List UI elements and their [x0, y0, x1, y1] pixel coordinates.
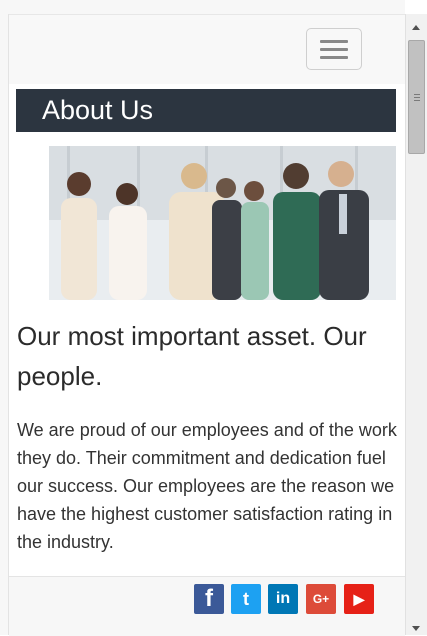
- facebook-glyph: f: [205, 585, 213, 612]
- page-title: About Us: [42, 95, 154, 125]
- hamburger-line-icon: [320, 40, 348, 43]
- about-paragraph: We are proud of our employees and of the…: [17, 420, 397, 552]
- twitter-glyph: t: [243, 589, 249, 609]
- scroll-thumb[interactable]: [408, 40, 425, 154]
- google-plus-icon[interactable]: G+: [306, 584, 336, 614]
- youtube-glyph: ▶: [353, 591, 365, 607]
- scroll-grip-line: [414, 94, 420, 95]
- google-plus-glyph: G+: [312, 592, 330, 606]
- linkedin-icon[interactable]: in: [268, 584, 298, 614]
- twitter-icon[interactable]: t: [231, 584, 261, 614]
- vertical-scrollbar[interactable]: [405, 14, 427, 635]
- about-banner: About Us: [16, 89, 396, 132]
- facebook-icon[interactable]: f: [194, 584, 224, 614]
- linkedin-glyph: in: [275, 590, 291, 607]
- scroll-down-arrow-icon[interactable]: [412, 626, 420, 631]
- scroll-grip-line: [414, 97, 420, 98]
- youtube-icon[interactable]: ▶: [344, 584, 374, 614]
- section-heading: Our most important asset. Our people.: [17, 321, 367, 391]
- scroll-up-arrow-icon[interactable]: [412, 25, 420, 30]
- team-photo-illustration: [49, 146, 396, 300]
- hamburger-menu-button[interactable]: [306, 28, 362, 70]
- team-photo: [49, 146, 396, 300]
- scroll-grip-line: [414, 100, 420, 101]
- hamburger-line-icon: [320, 48, 348, 51]
- hamburger-line-icon: [320, 56, 348, 59]
